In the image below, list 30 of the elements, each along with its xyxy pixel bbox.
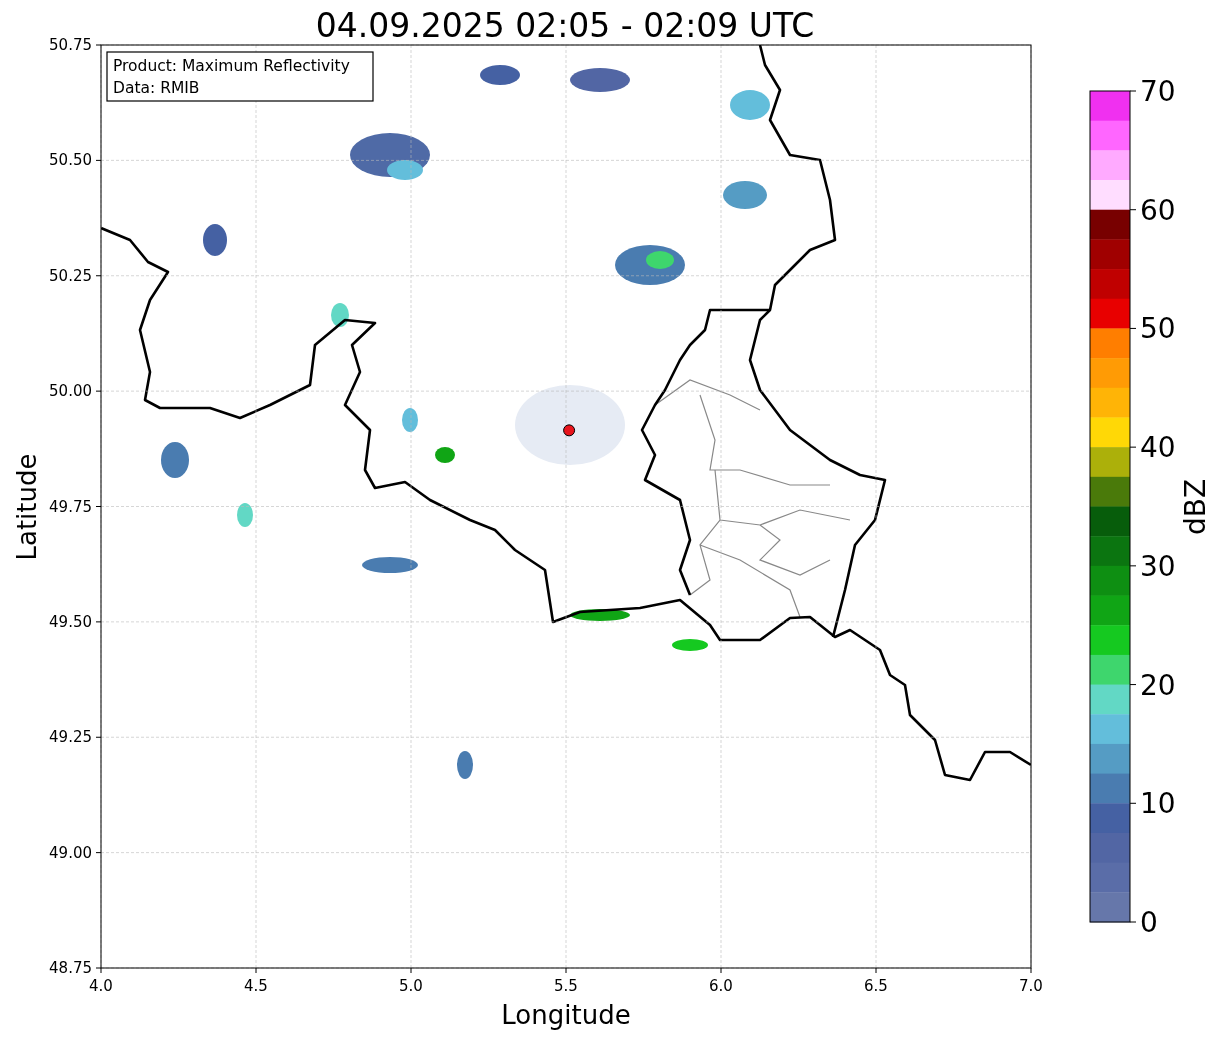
colorbar-tick-label: 70	[1140, 75, 1176, 108]
x-tick-label: 4.5	[244, 977, 268, 995]
x-tick-label: 7.0	[1019, 977, 1043, 995]
x-tick-label: 5.5	[554, 977, 578, 995]
colorbar-tick-label: 20	[1140, 668, 1176, 702]
y-tick-label: 49.75	[49, 497, 92, 516]
colorbar-tick-label: 0	[1140, 906, 1158, 939]
colorbar-label: dBZ	[1179, 478, 1212, 536]
x-tick-label: 5.0	[399, 977, 423, 995]
colorbar-tick-label: 50	[1140, 312, 1176, 346]
x-axis-label: Longitude	[501, 1000, 631, 1030]
legend-text: Product: Maximum Reflectivity	[113, 57, 350, 75]
colorbar-tick-label: 30	[1140, 549, 1176, 583]
legend-text: Data: RMIB	[113, 79, 200, 97]
chart-title: 04.09.2025 02:05 - 02:09 UTC	[315, 6, 815, 45]
y-axis-label: Latitude	[12, 453, 42, 561]
x-tick-label: 4.0	[89, 977, 113, 995]
colorbar-tick-label: 40	[1140, 431, 1176, 465]
y-tick-label: 49.00	[49, 843, 92, 862]
y-tick-label: 49.25	[49, 728, 92, 747]
colorbar-tick-label: 60	[1140, 193, 1176, 227]
y-tick-label: 48.75	[49, 959, 92, 977]
y-tick-label: 50.00	[49, 382, 92, 401]
y-tick-label: 50.50	[49, 151, 92, 170]
x-tick-label: 6.5	[864, 977, 888, 995]
y-tick-label: 49.50	[49, 612, 92, 631]
x-tick-label: 6.0	[709, 977, 733, 995]
y-tick-label: 50.25	[49, 266, 92, 285]
colorbar-tick-label: 10	[1140, 787, 1176, 821]
y-tick-label: 50.75	[49, 36, 92, 54]
